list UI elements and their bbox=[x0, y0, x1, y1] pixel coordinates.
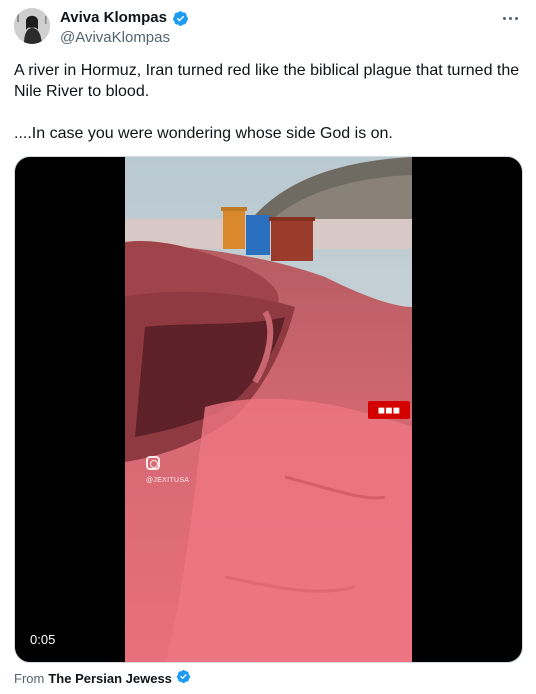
verified-badge-icon bbox=[172, 10, 189, 27]
video-source: From The Persian Jewess bbox=[14, 669, 191, 688]
tweet-card: Aviva Klompas @AvivaKlompas A river in H… bbox=[0, 0, 536, 694]
verified-badge-icon bbox=[176, 669, 191, 688]
more-dot bbox=[514, 16, 518, 20]
tweet-paragraph: A river in Hormuz, Iran turned red like … bbox=[14, 62, 520, 100]
avatar-image bbox=[14, 8, 50, 44]
source-name[interactable]: The Persian Jewess bbox=[48, 671, 172, 687]
more-options-icon[interactable] bbox=[498, 8, 522, 28]
more-dot bbox=[508, 16, 512, 20]
source-prefix: From bbox=[14, 670, 45, 686]
tweet-text: A river in Hormuz, Iran turned red like … bbox=[14, 60, 524, 144]
author-avatar[interactable] bbox=[14, 8, 50, 44]
instagram-icon bbox=[146, 456, 160, 470]
author-handle[interactable]: @AvivaKlompas bbox=[60, 29, 170, 47]
tweet-paragraph: ....In case you were wondering whose sid… bbox=[14, 125, 393, 142]
author-name-row: Aviva Klompas bbox=[60, 9, 189, 27]
video-timestamp: 0:05 bbox=[25, 630, 61, 650]
author-display-name[interactable]: Aviva Klompas bbox=[60, 9, 167, 27]
channel-logo-watermark: ◼◼◼ bbox=[368, 401, 410, 419]
more-dot bbox=[502, 16, 506, 20]
watermark-username: @JEXITUSA bbox=[146, 477, 190, 484]
video-player[interactable]: ◼◼◼ @JEXITUSA 0:05 bbox=[14, 156, 523, 663]
